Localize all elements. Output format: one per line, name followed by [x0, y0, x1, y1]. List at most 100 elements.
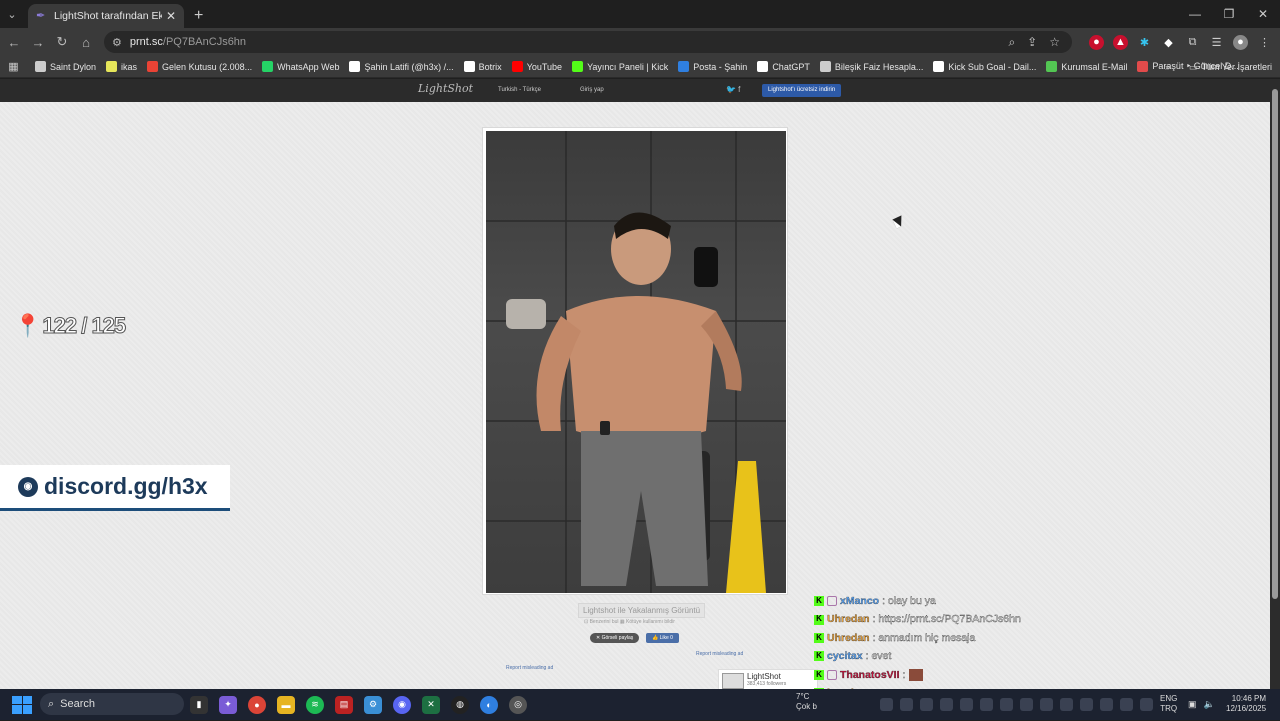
image-actions[interactable]: ⊡ Benzerini bul ▦ Kötüye kullanımı bildi…	[584, 619, 675, 625]
home-icon[interactable]: ⌂	[74, 35, 98, 50]
chat-username: Uhredan	[827, 613, 870, 626]
bookmark-item[interactable]: Kick Sub Goal - Dail...	[933, 61, 1036, 72]
all-bookmarks-button[interactable]: ▭ Tüm Yer İşaretleri	[1189, 56, 1272, 77]
tray-icon-13[interactable]	[1120, 698, 1133, 711]
bookmark-star-icon[interactable]: ☆	[1049, 35, 1060, 49]
app-red-icon[interactable]: ▤	[335, 695, 353, 714]
chat-text: : evet	[865, 650, 892, 663]
install-app-icon[interactable]: ⇪	[1027, 35, 1037, 49]
forward-icon[interactable]: →	[26, 35, 50, 50]
bookmark-item[interactable]: Posta - Şahin	[678, 61, 747, 72]
file-explorer-icon[interactable]: ▬	[277, 695, 295, 714]
extensions-puzzle-icon[interactable]: ⧉	[1185, 35, 1200, 50]
bookmark-item[interactable]: WhatsApp Web	[262, 61, 339, 72]
back-icon[interactable]: ←	[2, 35, 26, 50]
tray-icon-3[interactable]	[920, 698, 933, 711]
search-icon: ⌕	[48, 697, 55, 710]
extension-blue-icon[interactable]: ✱	[1137, 35, 1152, 50]
all-bookmarks-label: Tüm Yer İşaretleri	[1201, 62, 1272, 72]
volume-icon[interactable]: 🔈	[1204, 699, 1215, 710]
tray-icon-5[interactable]	[960, 698, 973, 711]
search-placeholder: Search	[60, 698, 96, 710]
extensions-bar: ● ▲ ✱ ◆ ⧉ ☰ ● ⋮	[1089, 28, 1272, 56]
tab-close-button[interactable]: ✕	[166, 9, 176, 23]
obs-icon[interactable]: ◍	[451, 695, 469, 714]
menu-icon[interactable]: ⋮	[1257, 35, 1272, 50]
tray-icon-7[interactable]	[1000, 698, 1013, 711]
bookmark-label: WhatsApp Web	[277, 61, 340, 72]
copilot-icon[interactable]: ✦	[219, 695, 237, 714]
app-gear-icon[interactable]: ⚙	[364, 695, 382, 714]
spotify-icon[interactable]: ≋	[306, 695, 324, 714]
report-ad-link[interactable]: Report misleading ad	[696, 651, 743, 657]
download-button[interactable]: Lightshot'ı ücretsiz indirin	[762, 84, 842, 97]
facebook-page-widget[interactable]: LightShot 383,413 followers	[718, 669, 818, 691]
windows-start-icon[interactable]	[12, 695, 32, 714]
zoom-icon[interactable]: ⌕	[1008, 35, 1015, 50]
maximize-button[interactable]: ❐	[1212, 0, 1246, 28]
bookmark-item[interactable]: Saint Dylon	[35, 61, 96, 72]
bookmark-item[interactable]: Botrix	[463, 61, 502, 72]
bookmark-label: YouTube	[526, 61, 563, 72]
microphone-icon[interactable]	[1140, 698, 1153, 711]
close-window-button[interactable]: ✕	[1246, 0, 1280, 28]
task-view-icon[interactable]: ▮	[190, 695, 208, 714]
tray-icon-10[interactable]	[1060, 698, 1073, 711]
site-info-icon[interactable]: ⚙	[112, 36, 122, 49]
apps-grid-icon[interactable]: ▦	[8, 61, 23, 73]
bookmark-item[interactable]: ChatGPT	[757, 61, 810, 72]
login-link[interactable]: Giriş yap	[580, 87, 604, 93]
image-caption: Lightshot ile Yakalanmış Görüntü	[578, 603, 706, 618]
extension-red-icon[interactable]: ●	[1089, 34, 1104, 50]
social-links[interactable]: 🐦 f	[726, 85, 740, 94]
media-icon[interactable]: ☰	[1209, 35, 1224, 50]
more-bookmarks-button[interactable]: »	[1165, 56, 1170, 77]
bookmark-item[interactable]: Yayıncı Paneli | Kick	[572, 61, 668, 72]
tray-icon-2[interactable]	[900, 698, 913, 711]
share-button[interactable]: ✕ Görseli paylaş	[590, 633, 640, 643]
bookmark-item[interactable]: Kurumsal E-Mail	[1046, 61, 1127, 72]
tray-icon-4[interactable]	[940, 698, 953, 711]
tray-icon-8[interactable]	[1020, 698, 1033, 711]
minimize-button[interactable]: —	[1178, 0, 1212, 28]
new-tab-button[interactable]: +	[194, 4, 203, 28]
tray-icon-6[interactable]	[980, 698, 993, 711]
extension-badge-icon[interactable]: ▲	[1113, 34, 1128, 50]
report-ad-link-2[interactable]: Report misleading ad	[506, 665, 553, 671]
weather-widget[interactable]: 7°C Çok b	[796, 692, 817, 712]
excel-icon[interactable]: ✕	[422, 695, 440, 714]
tab-search-button[interactable]: ⌄	[0, 0, 24, 28]
browser-tab[interactable]: ✒ LightShot tarafından Ekran Görü ✕	[28, 4, 184, 28]
bookmark-label: Yayıncı Paneli | Kick	[587, 61, 669, 72]
bookmark-item[interactable]: Gelen Kutusu (2.008...	[147, 61, 252, 72]
bookmark-item[interactable]: ikas	[106, 61, 137, 72]
discord-app-icon[interactable]: ◉	[393, 695, 411, 714]
extension-diamond-icon[interactable]: ◆	[1161, 35, 1176, 50]
tray-icon-11[interactable]	[1080, 698, 1093, 711]
facebook-like-button[interactable]: 👍 Like 0	[646, 633, 679, 643]
input-language[interactable]: ENG TRQ	[1160, 694, 1177, 714]
taskbar-search[interactable]: ⌕ Search	[40, 693, 184, 715]
language-selector[interactable]: Turkish - Türkçe	[498, 87, 541, 93]
screenshot-image[interactable]	[486, 131, 786, 593]
chat-emote-icon	[909, 668, 924, 681]
address-bar[interactable]: ⚙ prnt.sc/PQ7BAnCJs6hn	[104, 31, 1072, 53]
bookmark-item[interactable]: YouTube	[511, 61, 563, 72]
chrome-icon[interactable]: ●	[248, 695, 266, 714]
bookmark-item[interactable]: Şahin Latifi (@h3x) /...	[349, 61, 454, 72]
scrollbar-thumb[interactable]	[1272, 89, 1278, 599]
taskbar-apps: ▮ ✦ ● ▬ ≋ ▤ ⚙ ◉ ✕ ◍ ◐ ◎	[190, 689, 527, 720]
tray-icon-9[interactable]	[1040, 698, 1053, 711]
reload-icon[interactable]: ↻	[50, 34, 74, 50]
tray-icon-1[interactable]	[880, 698, 893, 711]
bookmark-item[interactable]: Bileşik Faiz Hesapla...	[819, 61, 923, 72]
stream-counter: 📍 122 / 125	[14, 313, 127, 339]
page-scrollbar[interactable]	[1270, 79, 1280, 689]
network-icon[interactable]: ▣	[1188, 699, 1197, 710]
clock[interactable]: 10:46 PM 12/16/2025	[1226, 694, 1266, 714]
tray-icon-12[interactable]	[1100, 698, 1113, 711]
app-blue-icon[interactable]: ◐	[480, 695, 498, 714]
overwatch-icon[interactable]: ◎	[509, 695, 527, 714]
profile-avatar[interactable]: ●	[1233, 34, 1248, 50]
lightshot-logo[interactable]: LightShot	[418, 82, 473, 95]
